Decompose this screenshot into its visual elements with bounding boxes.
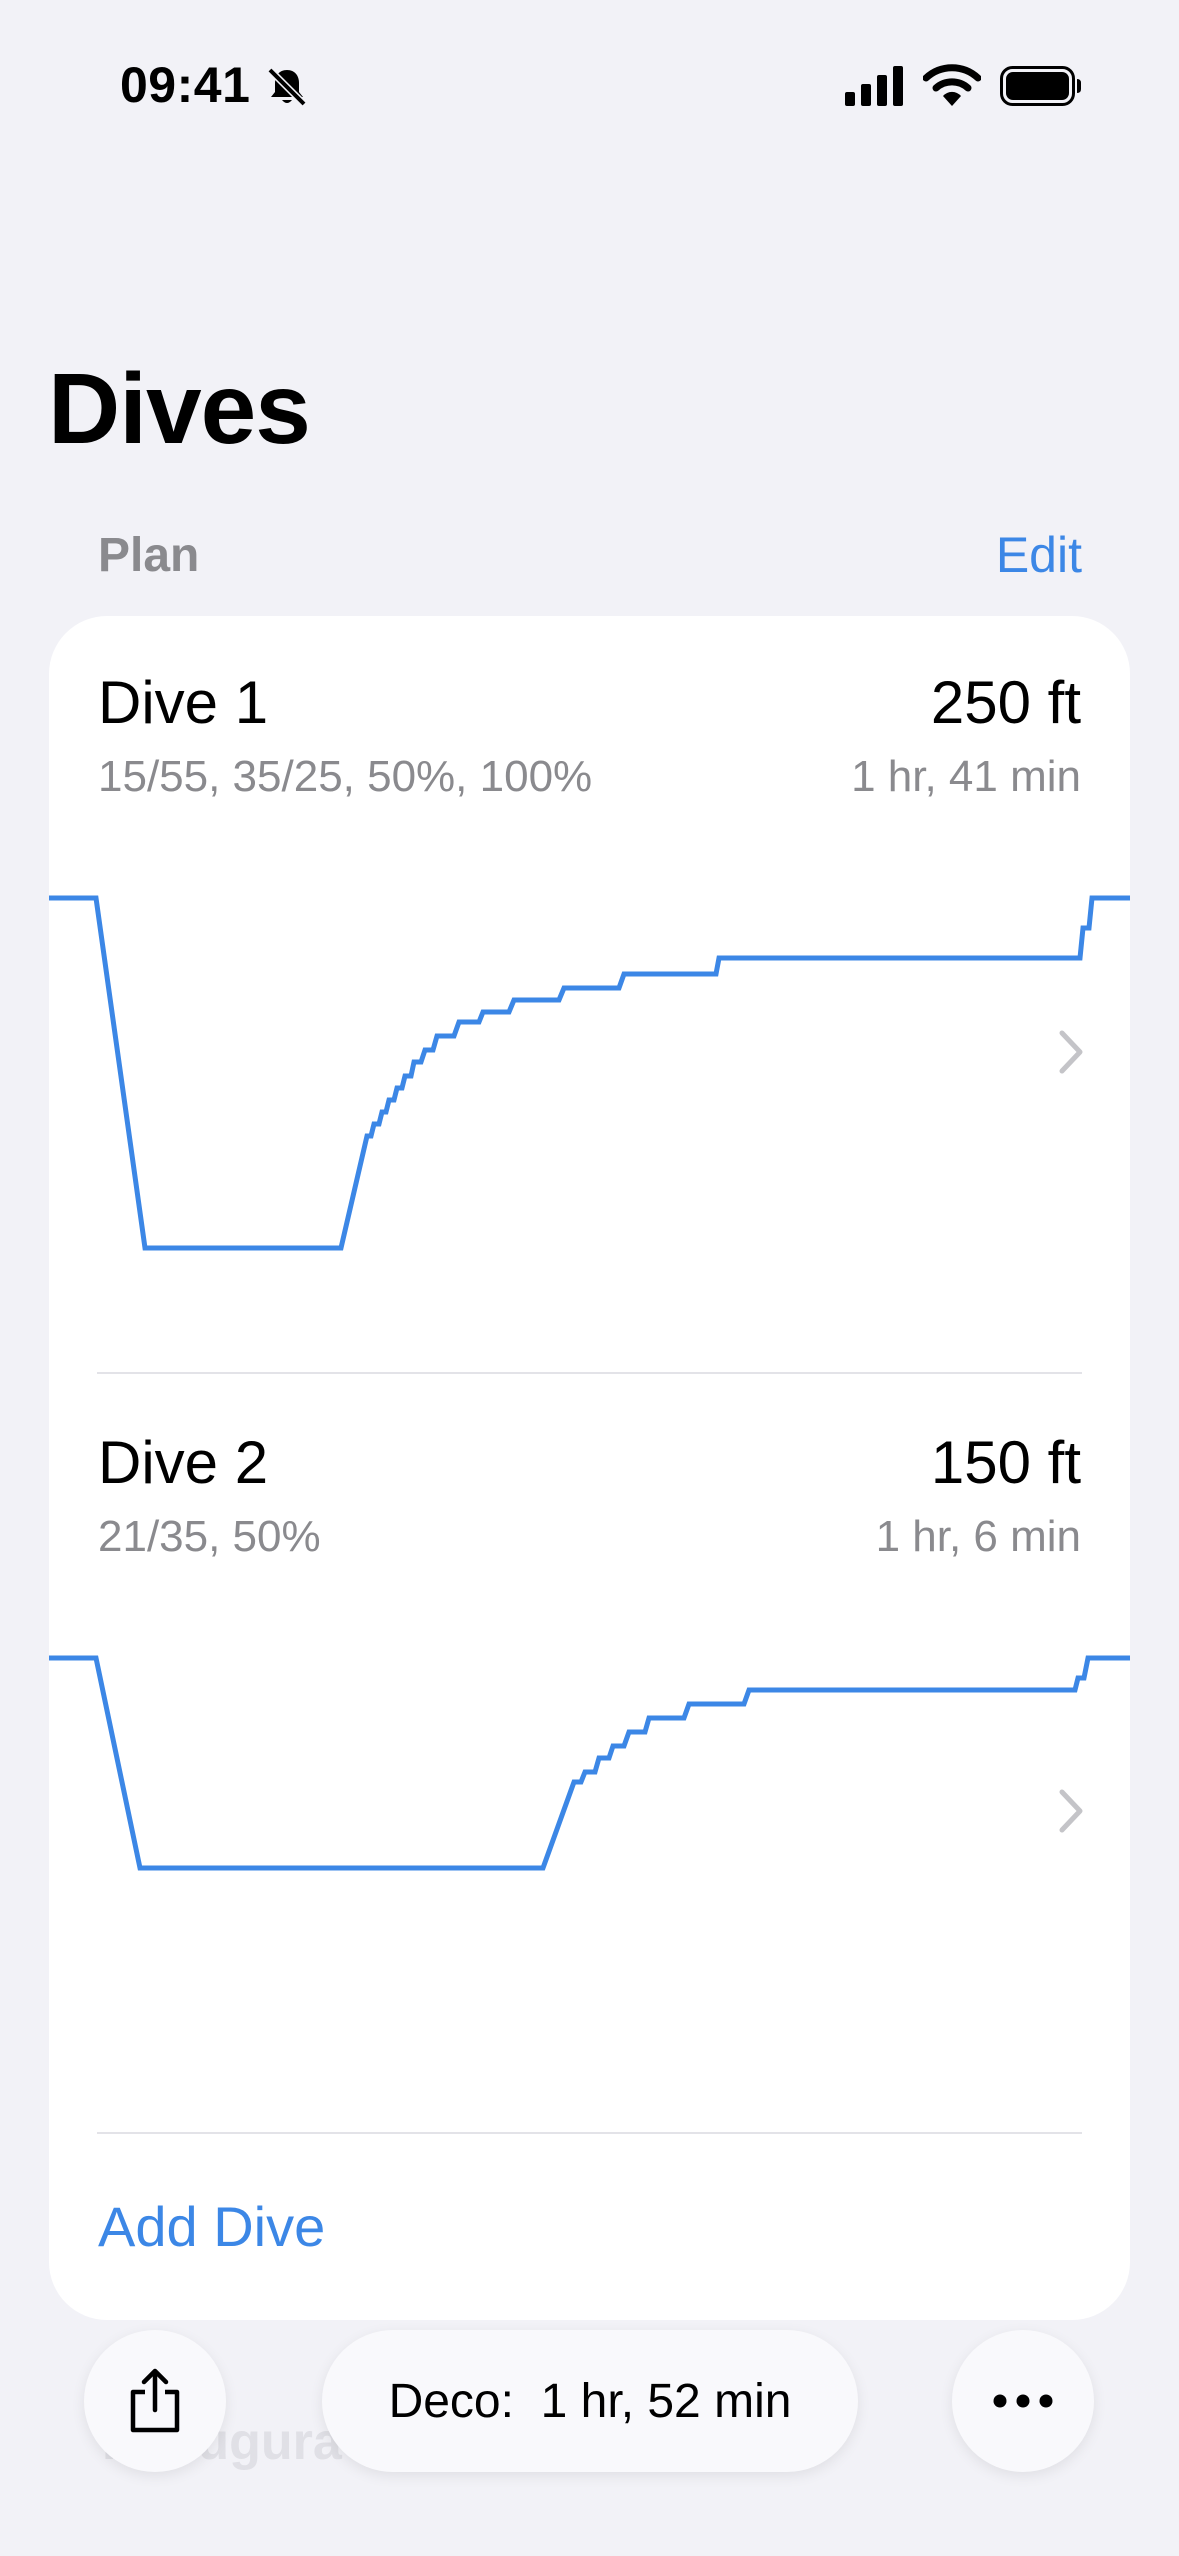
chevron-right-icon: [1059, 1030, 1083, 1074]
deco-label: Deco:: [388, 2374, 514, 2428]
more-button[interactable]: [952, 2330, 1094, 2472]
status-time: 09:41: [120, 57, 251, 113]
add-dive-button[interactable]: Add Dive: [98, 2194, 325, 2259]
share-icon: [130, 2368, 180, 2433]
edit-button[interactable]: Edit: [996, 526, 1082, 584]
section-label: Plan: [98, 529, 200, 582]
divider: [97, 1372, 1082, 1374]
dive-profile-chart: [49, 1655, 1130, 1871]
chevron-right-icon: [1059, 1789, 1083, 1833]
deco-summary[interactable]: Deco: 1 hr, 52 min: [322, 2330, 858, 2472]
dive-title: Dive 2: [98, 1429, 269, 1496]
bell-slash-icon: [267, 67, 307, 107]
cellular-signal-icon: [845, 66, 903, 106]
wifi-icon: [923, 64, 981, 106]
dive-gases: 21/35, 50%: [98, 1512, 321, 1561]
share-button[interactable]: [84, 2330, 226, 2472]
dive-depth: 150 ft: [930, 1429, 1081, 1496]
dive-gases: 15/55, 35/25, 50%, 100%: [98, 752, 593, 801]
page-title: Dives: [48, 353, 311, 465]
dive-duration: 1 hr, 6 min: [875, 1512, 1081, 1561]
dive-duration: 1 hr, 41 min: [851, 752, 1081, 801]
deco-value: 1 hr, 52 min: [540, 2374, 792, 2428]
divider: [97, 2132, 1082, 2134]
dive-title: Dive 1: [98, 669, 269, 736]
more-icon: [993, 2394, 1053, 2408]
dive-plan-card: Dive 1 15/55, 35/25, 50%, 100% 250 ft 1 …: [49, 616, 1130, 2320]
dive-profile-chart: [49, 895, 1130, 1251]
dive-depth: 250 ft: [930, 669, 1081, 736]
battery-icon: [1000, 66, 1081, 106]
